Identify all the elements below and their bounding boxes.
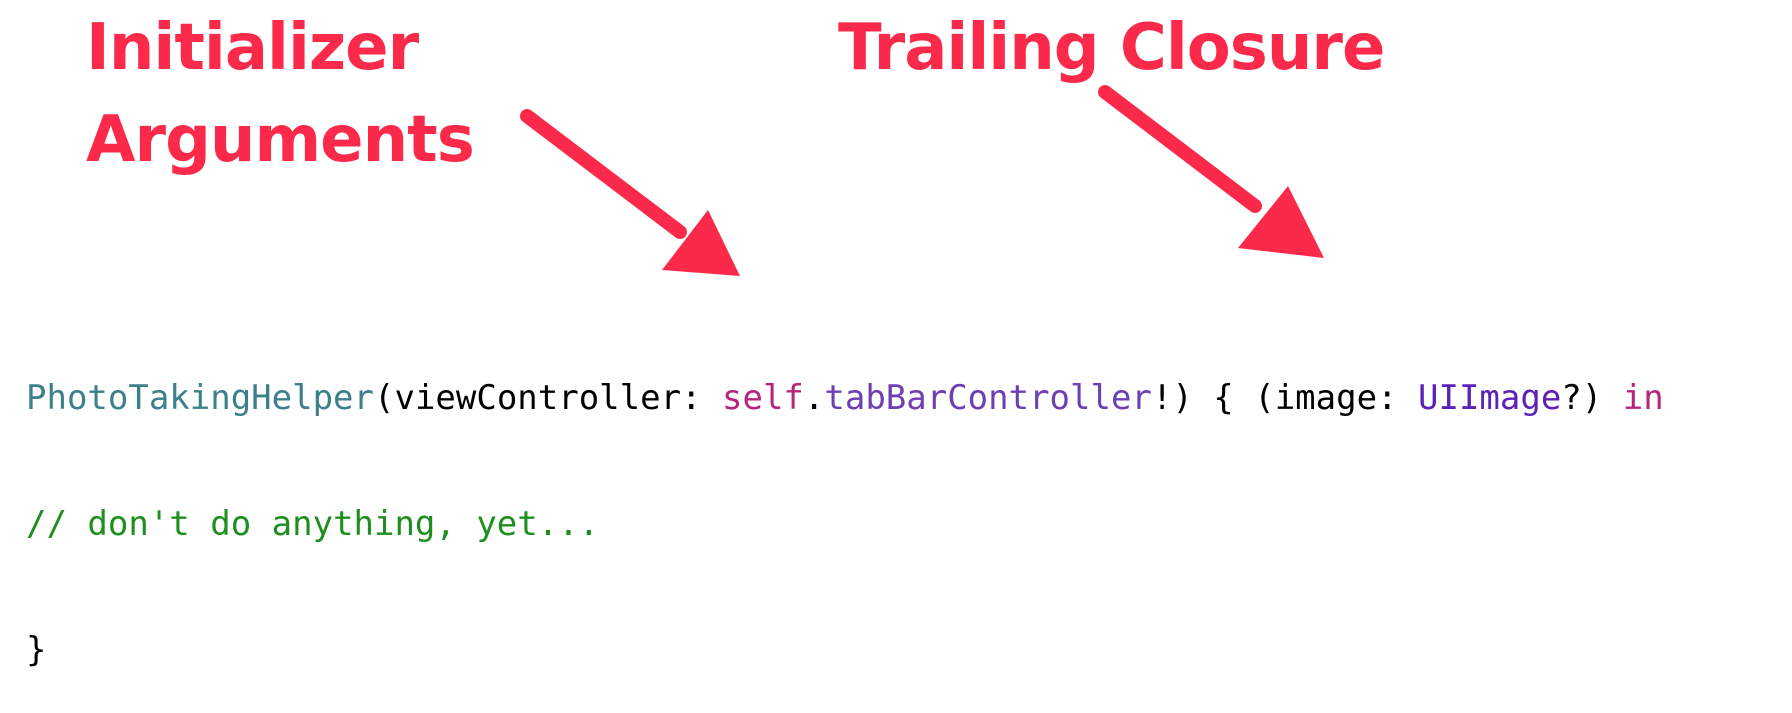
dot-token: . [803,378,825,418]
property-token: tabBarController [824,378,1152,418]
self-keyword-token: self [722,378,804,418]
class-name-token: UIImage [1418,378,1562,418]
code-line-1: PhotoTakingHelper(viewController: self.t… [26,377,1664,419]
code-line-3-closing-brace: } [26,630,47,670]
in-keyword-token: in [1622,378,1664,418]
type-name-token: PhotoTakingHelper [26,378,374,418]
trailing-closure-arrow-icon [1098,85,1324,258]
code-snippet: PhotoTakingHelper(viewController: self.t… [26,293,1664,713]
code-line-2-comment: // don't do anything, yet... [26,504,600,544]
initializer-arrow-icon [520,109,740,276]
closure-open-token: !) { (image: [1151,378,1418,418]
initializer-args-token: (viewController: [374,378,722,418]
closure-param-end-token: ?) [1561,378,1623,418]
